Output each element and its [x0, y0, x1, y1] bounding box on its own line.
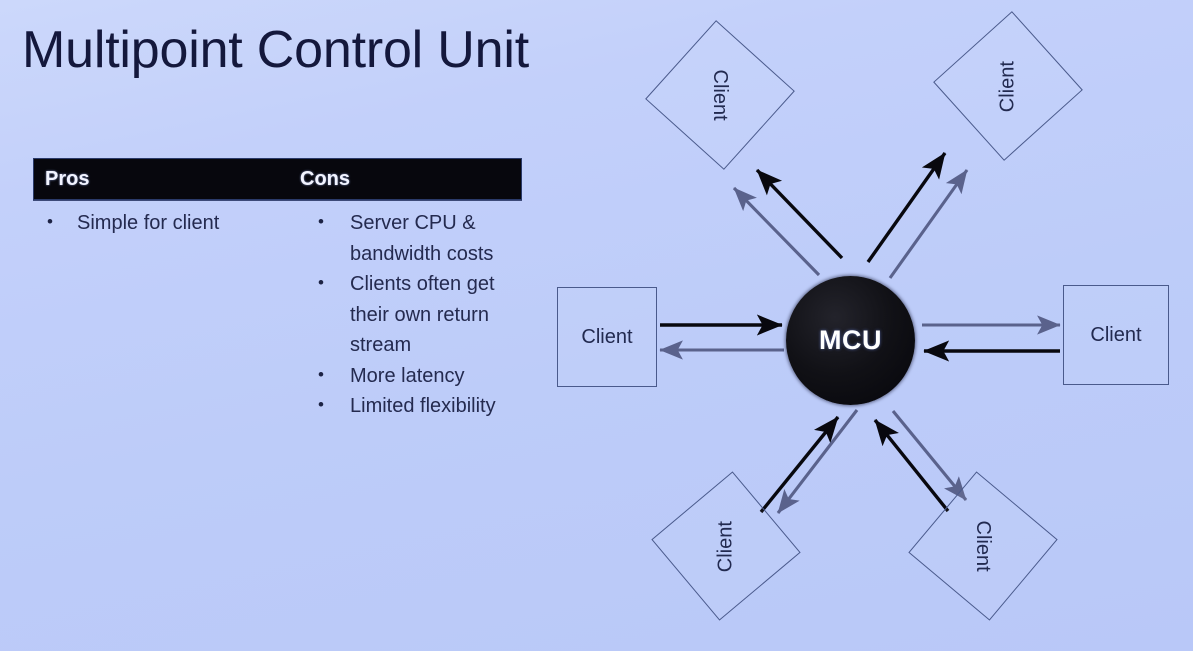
cons-list: Server CPU & bandwidth costs Clients oft… [297, 207, 522, 422]
list-item: Simple for client [33, 207, 297, 239]
edge-outbound-bottom-left [776, 409, 859, 514]
client-node-right[interactable]: Client [1063, 285, 1169, 385]
cons-column: Server CPU & bandwidth costs Clients oft… [297, 207, 522, 422]
list-item: Clients often get their own return strea… [297, 268, 522, 361]
edge-inbound-bottom-left [759, 415, 840, 514]
list-item: More latency [297, 360, 522, 392]
client-label: Client [996, 60, 1019, 112]
edge-outbound-top-right [888, 169, 969, 279]
pros-list: Simple for client [33, 207, 297, 239]
edge-outbound-top-left [732, 186, 821, 277]
client-label: Client [714, 520, 737, 572]
table-header-row: Pros Cons [33, 158, 522, 200]
client-label: Client [581, 325, 633, 348]
table-body: Simple for client Server CPU & bandwidth… [33, 207, 522, 422]
mcu-label: MCU [819, 325, 882, 355]
edge-inbound-top-right [866, 152, 947, 263]
list-item: Server CPU & bandwidth costs [297, 207, 522, 269]
pros-cons-table: Pros Cons Simple for client Server CPU &… [33, 158, 522, 422]
slide-canvas: Multipoint Control Unit Pros Cons Simple… [0, 0, 1193, 651]
mcu-topology-diagram: MCU Client Client Client Client Client C… [520, 0, 1193, 651]
list-item: Limited flexibility [297, 390, 522, 422]
page-title: Multipoint Control Unit [22, 21, 529, 79]
mcu-hub-node[interactable]: MCU [786, 276, 915, 405]
client-label: Client [972, 520, 995, 572]
client-label: Client [1090, 323, 1142, 346]
column-header-cons: Cons [300, 167, 350, 190]
client-node-left[interactable]: Client [557, 287, 657, 387]
edge-inbound-top-left [755, 168, 844, 260]
client-label: Client [709, 69, 732, 121]
pros-column: Simple for client [33, 207, 297, 422]
column-header-pros: Pros [45, 167, 90, 190]
